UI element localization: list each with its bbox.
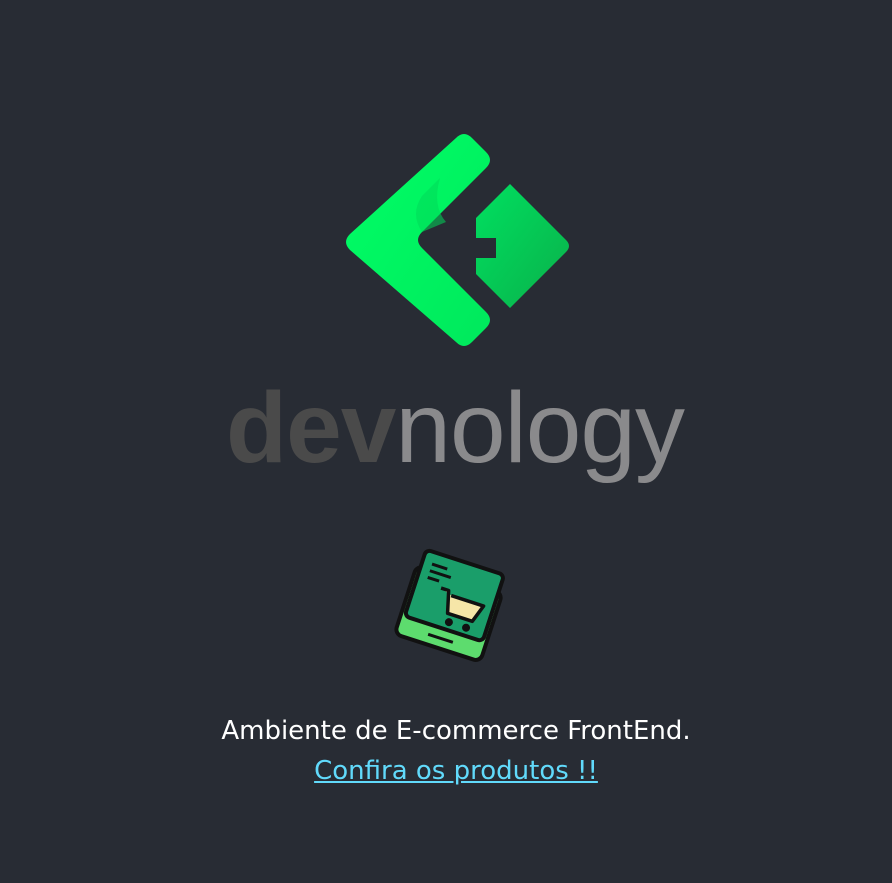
shopping-cart-tablet-icon (394, 548, 505, 662)
hero-tagline: Ambiente de E-commerce FrontEnd. (221, 716, 691, 746)
products-link[interactable]: Confira os produtos !! (314, 756, 598, 786)
devnology-logo-icon (346, 134, 569, 346)
cta-container: Confira os produtos !! (0, 754, 892, 788)
app-container: devnology Ambiente de E-commerce FrontEn… (0, 0, 892, 883)
wordmark-nology: nology (395, 372, 685, 484)
devnology-wordmark: devnology (226, 378, 686, 488)
wordmark-dev: dev (226, 372, 396, 484)
